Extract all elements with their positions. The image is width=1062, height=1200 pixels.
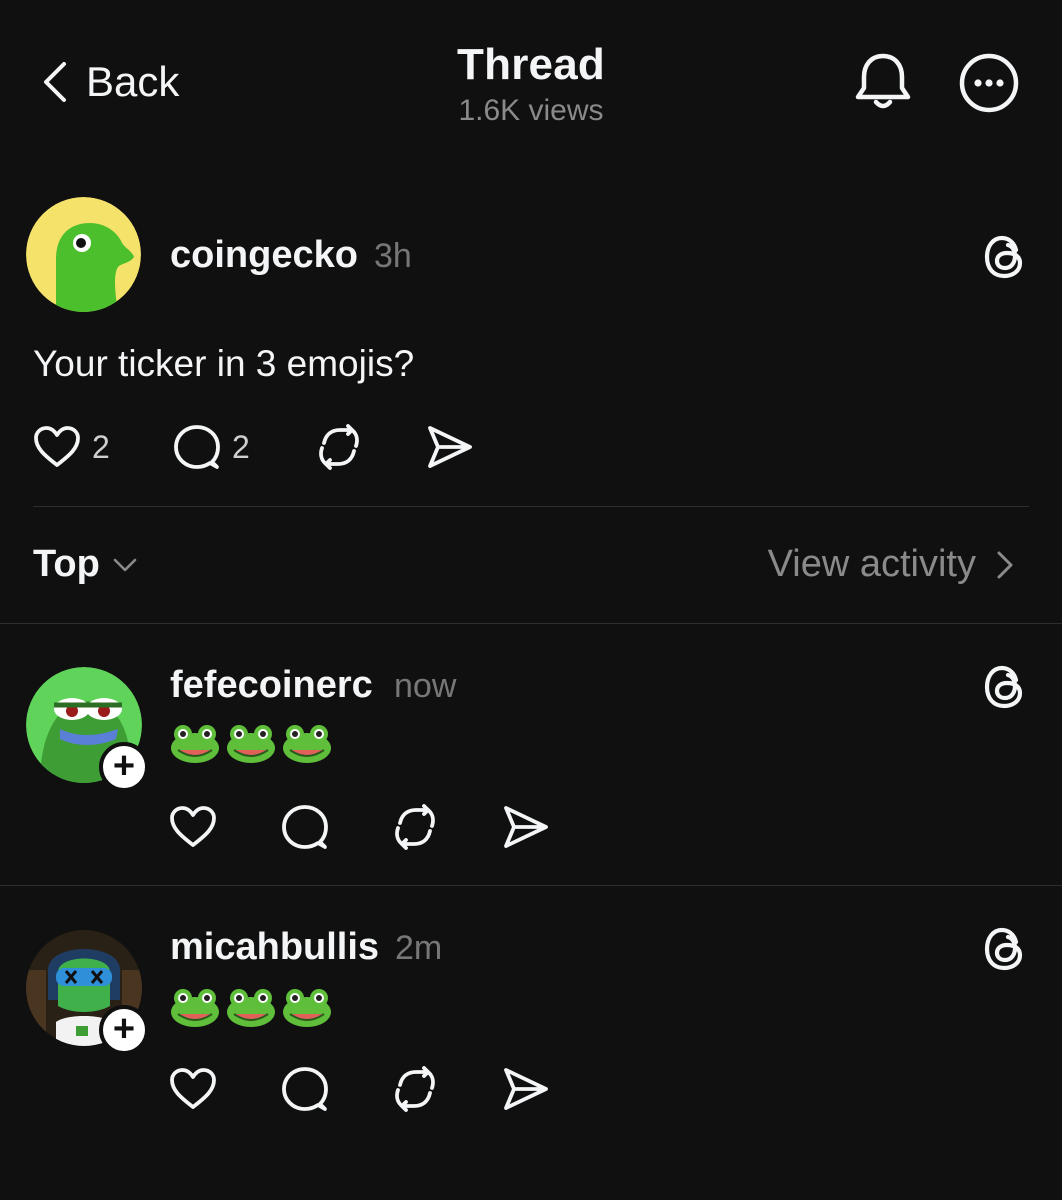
reply-divider <box>0 885 1062 886</box>
heart-icon <box>34 426 80 467</box>
repost-icon <box>395 804 435 850</box>
repost-icon <box>319 424 359 470</box>
follow-button[interactable]: + <box>99 742 149 792</box>
send-icon <box>504 806 548 848</box>
sort-label: Top <box>33 543 100 585</box>
frog-emoji-icon <box>227 989 275 1027</box>
chevron-right-icon <box>997 551 1013 578</box>
reply-emoji-row <box>170 724 332 764</box>
frog-emoji-icon <box>227 725 275 763</box>
like-count: 2 <box>92 428 110 465</box>
reply-time: now <box>394 667 457 705</box>
sort-divider <box>0 623 1062 624</box>
follow-button[interactable]: + <box>99 1005 149 1055</box>
share-button[interactable] <box>500 802 550 852</box>
share-button[interactable] <box>424 422 474 472</box>
frog-emoji-icon <box>283 725 331 763</box>
post-time: 3h <box>374 237 412 275</box>
plus-icon: + <box>112 1007 136 1050</box>
thread-screen: Back Thread 1.6K views coingecko 3h Your… <box>0 0 1062 1200</box>
repost-button[interactable] <box>314 422 364 472</box>
view-activity-label: View activity <box>767 543 976 585</box>
sort-dropdown[interactable]: Top <box>33 543 140 586</box>
share-button[interactable] <box>500 1064 550 1114</box>
heart-icon <box>170 806 216 847</box>
reply-username[interactable]: fefecoinerc <box>170 664 373 707</box>
reply-button[interactable] <box>280 1064 330 1114</box>
like-button[interactable] <box>168 1064 218 1114</box>
coingecko-logo <box>26 197 141 312</box>
threads-logo-icon[interactable] <box>982 664 1028 710</box>
reply-username[interactable]: micahbullis <box>170 926 379 969</box>
comment-icon <box>174 425 220 469</box>
frog-emoji-icon <box>171 725 219 763</box>
comment-icon <box>282 1067 328 1111</box>
bell-icon[interactable] <box>852 50 914 114</box>
frog-emoji-icon <box>283 989 331 1027</box>
chevron-down-icon <box>113 558 137 571</box>
avatar-coingecko[interactable] <box>26 197 141 312</box>
reply-time: 2m <box>395 929 443 967</box>
comment-icon <box>282 805 328 849</box>
view-activity-link[interactable]: View activity <box>768 543 1020 586</box>
reply-button[interactable] <box>280 802 330 852</box>
heart-icon <box>170 1068 216 1109</box>
reply-emoji-row <box>170 988 332 1028</box>
reply-count: 2 <box>232 428 250 465</box>
more-options-icon[interactable] <box>958 52 1020 114</box>
threads-logo-icon[interactable] <box>982 926 1028 972</box>
post-divider <box>33 506 1029 507</box>
post-username[interactable]: coingecko <box>170 234 358 277</box>
plus-icon: + <box>112 744 136 787</box>
post-text: Your ticker in 3 emojis? <box>33 343 415 384</box>
send-icon <box>504 1068 548 1110</box>
repost-button[interactable] <box>390 1064 440 1114</box>
repost-button[interactable] <box>390 802 440 852</box>
threads-logo-icon[interactable] <box>982 234 1028 280</box>
send-icon <box>428 426 472 468</box>
frog-emoji-icon <box>171 989 219 1027</box>
like-button[interactable] <box>168 802 218 852</box>
reply-button[interactable]: 2 <box>172 422 250 472</box>
repost-icon <box>395 1066 435 1112</box>
like-button[interactable]: 2 <box>32 422 110 472</box>
